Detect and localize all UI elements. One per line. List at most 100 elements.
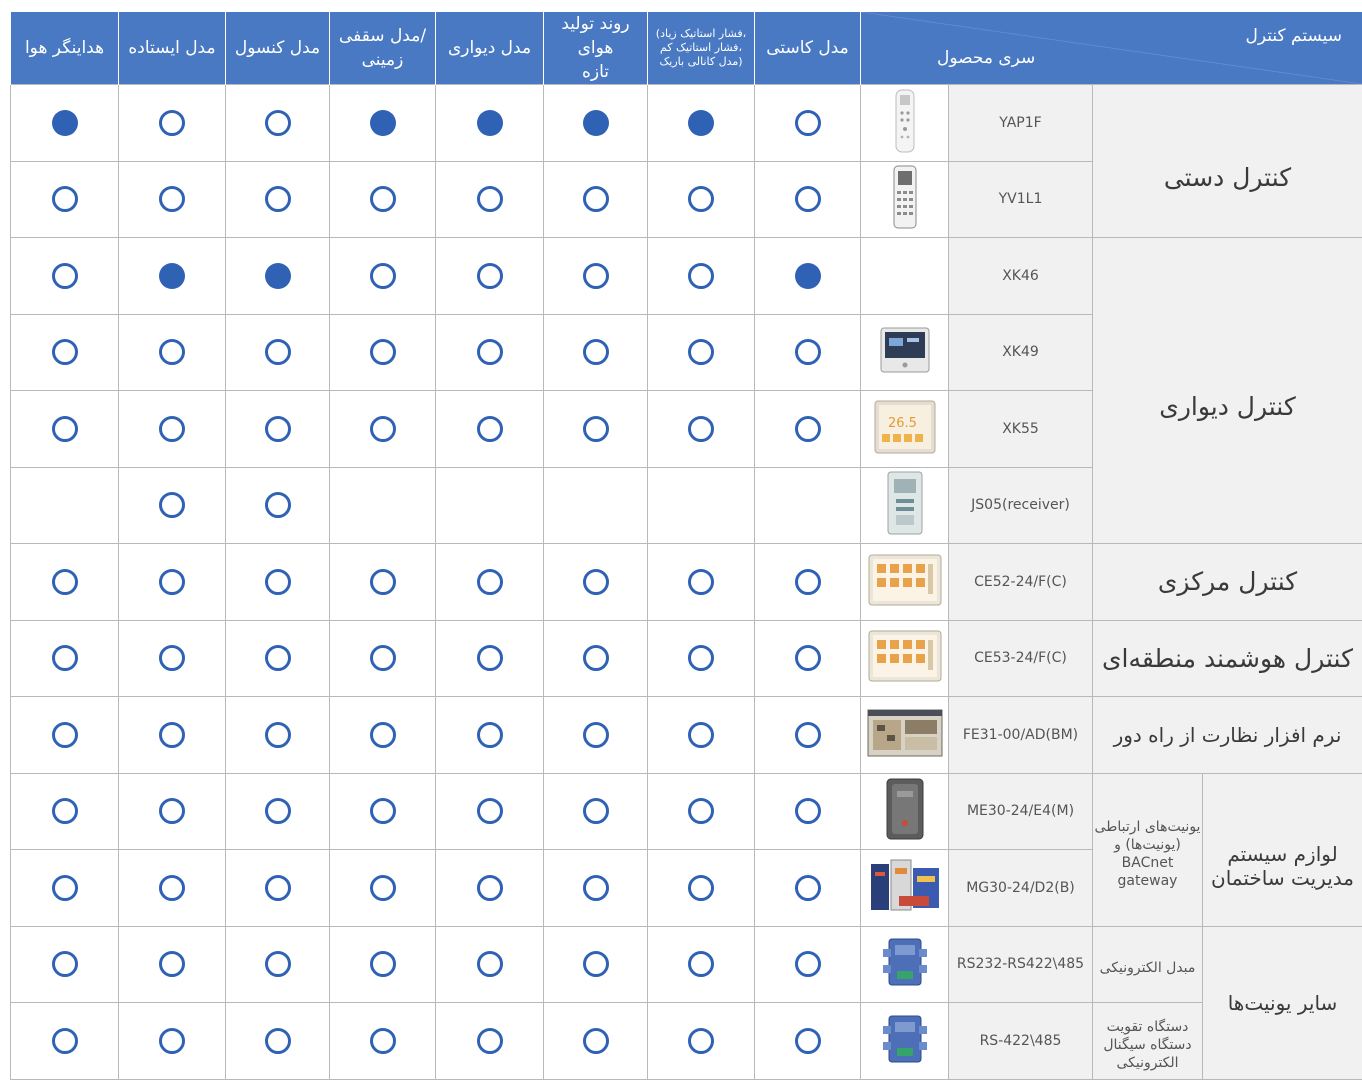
- compat-cell: [436, 850, 544, 927]
- open-circle-icon: [159, 110, 185, 136]
- compat-cell: [544, 850, 648, 927]
- open-circle-icon: [477, 951, 503, 977]
- compat-cell: [119, 238, 226, 315]
- compat-cell: [11, 85, 119, 162]
- model-name: XK46: [949, 238, 1093, 315]
- compat-cell: [119, 391, 226, 468]
- table-row: YAP1Fکنترل دستی: [11, 85, 1362, 162]
- compat-cell: [226, 314, 330, 391]
- product-image-cell: [861, 544, 949, 621]
- open-circle-icon: [477, 416, 503, 442]
- filled-circle-icon: [265, 263, 291, 289]
- compat-cell: [436, 467, 544, 544]
- product-series-label: سری محصول: [937, 48, 1035, 68]
- compat-cell: [544, 697, 648, 774]
- open-circle-icon: [583, 1028, 609, 1054]
- compat-cell: [119, 467, 226, 544]
- compat-cell: [436, 161, 544, 238]
- model-name: RS-422\485: [949, 1003, 1093, 1080]
- category-label-cell: لوازم سیستم مدیریت ساختمان: [1203, 773, 1362, 926]
- compat-cell: [755, 620, 861, 697]
- compat-cell: [755, 697, 861, 774]
- compat-cell: [648, 773, 755, 850]
- open-circle-icon: [583, 416, 609, 442]
- compat-cell: [436, 544, 544, 621]
- column-header-text: مدل دیواری: [436, 36, 543, 60]
- compat-cell: [755, 544, 861, 621]
- column-header-text: فشار استاتیک کم،: [648, 41, 754, 55]
- open-circle-icon: [52, 722, 78, 748]
- open-circle-icon: [688, 951, 714, 977]
- open-circle-icon: [52, 416, 78, 442]
- compat-cell: [648, 467, 755, 544]
- compat-cell: [330, 467, 436, 544]
- table-row: RS-422\485دستگاه تقویت دستگاه سیگنال الک…: [11, 1003, 1362, 1080]
- model-name: CE53-24/F(C): [949, 620, 1093, 697]
- open-circle-icon: [370, 875, 396, 901]
- compat-cell: [330, 1003, 436, 1080]
- compat-cell: [755, 773, 861, 850]
- open-circle-icon: [688, 263, 714, 289]
- open-circle-icon: [159, 798, 185, 824]
- open-circle-icon: [265, 569, 291, 595]
- model-name: RS232-RS422\485: [949, 926, 1093, 1003]
- open-circle-icon: [159, 722, 185, 748]
- compat-cell: [436, 926, 544, 1003]
- compat-cell: [11, 620, 119, 697]
- compat-cell: [119, 697, 226, 774]
- product-image-cell: [861, 161, 949, 238]
- category-label: نرم افزار نظارت از راه دور: [1093, 723, 1362, 747]
- open-circle-icon: [583, 722, 609, 748]
- open-circle-icon: [477, 186, 503, 212]
- compat-cell: [119, 85, 226, 162]
- open-circle-icon: [265, 722, 291, 748]
- compat-cell: [226, 467, 330, 544]
- compat-cell: [119, 161, 226, 238]
- open-circle-icon: [52, 263, 78, 289]
- touch-panel-icon: 26.5: [874, 400, 936, 458]
- open-circle-icon: [583, 798, 609, 824]
- category-label-cell: کنترل هوشمند منطقه‌ای: [1093, 620, 1362, 697]
- compat-cell: [226, 1003, 330, 1080]
- compat-cell: [436, 314, 544, 391]
- category-label: کنترل دستی: [1093, 163, 1362, 192]
- filled-circle-icon: [52, 110, 78, 136]
- column-header-3: مدل کنسول: [226, 12, 330, 85]
- model-name: XK49: [949, 314, 1093, 391]
- product-image-cell: [861, 1003, 949, 1080]
- category-label: لوازم سیستم مدیریت ساختمان: [1203, 842, 1362, 890]
- compat-cell: [11, 391, 119, 468]
- model-name: FE31-00/AD(BM): [949, 697, 1093, 774]
- compat-cell: [436, 238, 544, 315]
- compat-cell: [11, 238, 119, 315]
- compat-cell: [330, 314, 436, 391]
- category-label: کنترل مرکزی: [1093, 567, 1362, 596]
- column-header-text: هداینگر هوا: [11, 36, 118, 60]
- compat-cell: [648, 314, 755, 391]
- compat-cell: [226, 850, 330, 927]
- open-circle-icon: [583, 645, 609, 671]
- table-row: XK46کنترل دیواری: [11, 238, 1362, 315]
- subcategory-label-cell: دستگاه تقویت دستگاه سیگنال الکترونیکی: [1093, 1003, 1203, 1080]
- compat-cell: [544, 926, 648, 1003]
- product-image-cell: 26.5: [861, 391, 949, 468]
- open-circle-icon: [795, 416, 821, 442]
- open-circle-icon: [795, 798, 821, 824]
- open-circle-icon: [159, 1028, 185, 1054]
- model-name: MG30-24/D2(B): [949, 850, 1093, 927]
- open-circle-icon: [52, 569, 78, 595]
- compat-cell: [11, 926, 119, 1003]
- wired-remote-icon: [892, 165, 918, 233]
- open-circle-icon: [477, 339, 503, 365]
- open-circle-icon: [265, 645, 291, 671]
- open-circle-icon: [265, 1028, 291, 1054]
- compat-cell: [11, 544, 119, 621]
- zone-controller-icon: [868, 630, 942, 686]
- column-header-5: مدل دیواری: [436, 12, 544, 85]
- handheld-remote-icon: [893, 89, 917, 157]
- product-image-cell: [861, 238, 949, 315]
- corner-header: سیستم کنترلسری محصول: [861, 12, 1362, 85]
- open-circle-icon: [370, 339, 396, 365]
- open-circle-icon: [52, 645, 78, 671]
- open-circle-icon: [52, 951, 78, 977]
